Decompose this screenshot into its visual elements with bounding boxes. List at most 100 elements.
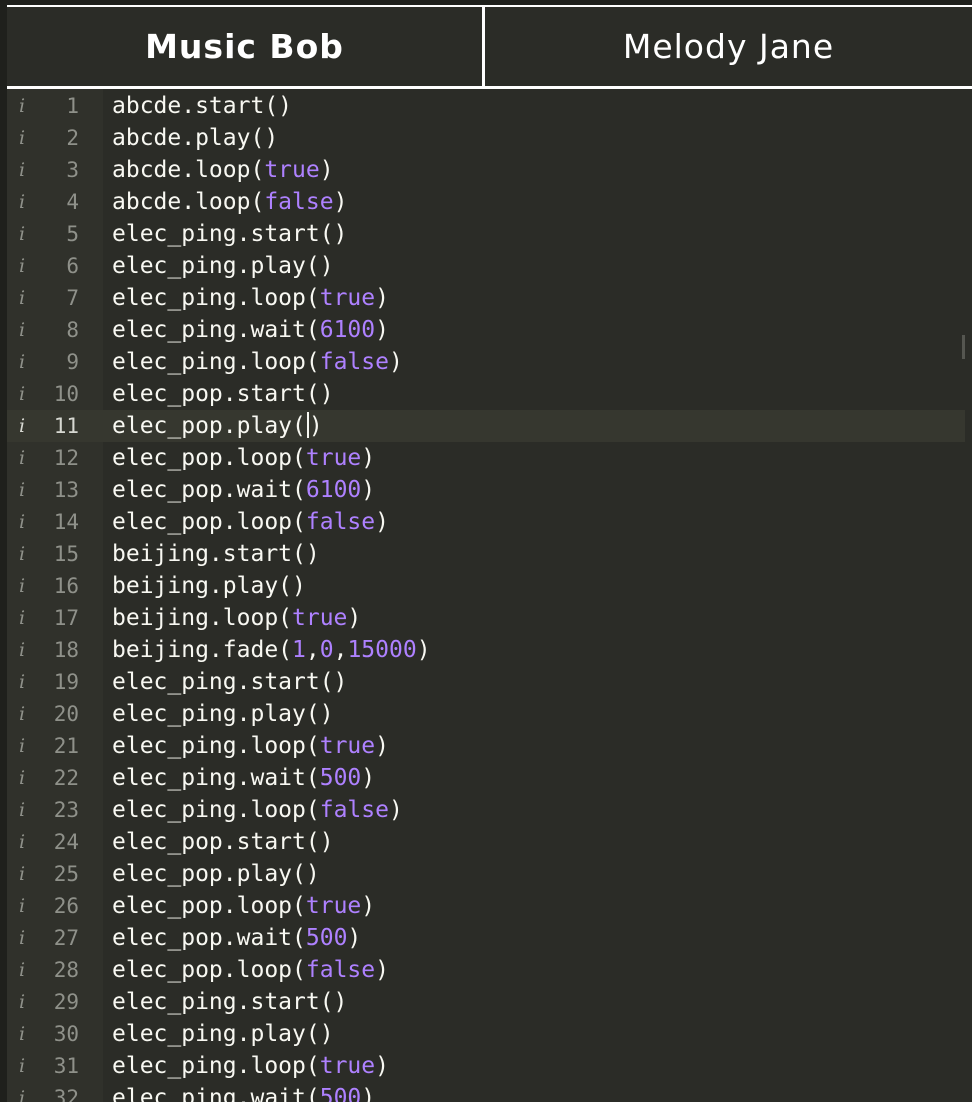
code-token: ) bbox=[308, 413, 323, 439]
info-icon[interactable]: i bbox=[19, 474, 33, 506]
code-text: beijing.start() bbox=[112, 538, 320, 570]
code-line[interactable]: i 28 elec_pop.loop(false) bbox=[7, 954, 965, 986]
info-icon[interactable]: i bbox=[19, 602, 33, 634]
info-icon[interactable]: i bbox=[19, 410, 33, 442]
code-token: ) bbox=[375, 733, 389, 759]
code-line[interactable]: i 5 elec_ping.start() bbox=[7, 218, 965, 250]
info-icon[interactable]: i bbox=[19, 762, 33, 794]
code-token: ) bbox=[361, 893, 376, 919]
info-icon[interactable]: i bbox=[19, 666, 33, 698]
code-text: abcde.start() bbox=[112, 90, 292, 122]
code-line[interactable]: i 13 elec_pop.wait(6100) bbox=[7, 474, 965, 506]
line-number: 27 bbox=[53, 926, 79, 950]
code-line[interactable]: i 6 elec_ping.play() bbox=[7, 250, 965, 282]
info-icon[interactable]: i bbox=[19, 282, 33, 314]
code-literal: true bbox=[264, 157, 320, 183]
code-line[interactable]: i 19 elec_ping.start() bbox=[7, 666, 965, 698]
code-line[interactable]: i 14 elec_pop.loop(false) bbox=[7, 506, 965, 538]
code-line[interactable]: i 27 elec_pop.wait(500) bbox=[7, 922, 965, 954]
code-literal: false bbox=[319, 349, 389, 375]
code-line[interactable]: i 12 elec_pop.loop(true) bbox=[7, 442, 965, 474]
code-line[interactable]: i 15 beijing.start() bbox=[7, 538, 965, 570]
code-token: beijing.fade( bbox=[112, 637, 293, 663]
line-number: 7 bbox=[66, 286, 79, 310]
info-icon[interactable]: i bbox=[19, 890, 33, 922]
info-icon[interactable]: i bbox=[19, 186, 33, 218]
code-token: elec_ping.wait( bbox=[112, 317, 320, 343]
code-line[interactable]: i 25 elec_pop.play() bbox=[7, 858, 965, 890]
code-text: elec_pop.loop(false) bbox=[112, 954, 389, 986]
code-line[interactable]: i 18 beijing.fade(1,0,15000) bbox=[7, 634, 965, 666]
code-token: ) bbox=[347, 925, 362, 951]
info-icon[interactable]: i bbox=[19, 986, 33, 1018]
info-icon[interactable]: i bbox=[19, 1082, 33, 1102]
app-window: Music Bob Melody Jane i 1 abcde.start() i 2 a… bbox=[0, 0, 972, 1102]
info-icon[interactable]: i bbox=[19, 826, 33, 858]
info-icon[interactable]: i bbox=[19, 954, 33, 986]
line-number: 18 bbox=[53, 638, 79, 662]
code-line[interactable]: i 21 elec_ping.loop(true) bbox=[7, 730, 965, 762]
code-line[interactable]: i 11 elec_pop.play() bbox=[7, 410, 965, 442]
info-icon[interactable]: i bbox=[19, 346, 33, 378]
code-editor[interactable]: i 1 abcde.start() i 2 abcde.play() i 3 abcde.loo… bbox=[7, 89, 965, 1102]
scrollbar-thumb[interactable] bbox=[962, 335, 965, 359]
code-text: elec_pop.play() bbox=[112, 410, 323, 442]
code-line[interactable]: i 4 abcde.loop(false) bbox=[7, 186, 965, 218]
code-line[interactable]: i 26 elec_pop.loop(true) bbox=[7, 890, 965, 922]
info-icon[interactable]: i bbox=[19, 314, 33, 346]
tab-melody-jane[interactable]: Melody Jane bbox=[485, 7, 972, 86]
code-line[interactable]: i 24 elec_pop.start() bbox=[7, 826, 965, 858]
info-icon[interactable]: i bbox=[19, 506, 33, 538]
info-icon[interactable]: i bbox=[19, 698, 33, 730]
code-line[interactable]: i 10 elec_pop.start() bbox=[7, 378, 965, 410]
code-line[interactable]: i 30 elec_ping.play() bbox=[7, 1018, 965, 1050]
code-line[interactable]: i 7 elec_ping.loop(true) bbox=[7, 282, 965, 314]
code-token: ) bbox=[416, 637, 431, 663]
code-text: elec_ping.start() bbox=[112, 666, 347, 698]
line-number: 3 bbox=[66, 158, 79, 182]
info-icon[interactable]: i bbox=[19, 1018, 33, 1050]
info-icon[interactable]: i bbox=[19, 794, 33, 826]
code-token: ) bbox=[375, 509, 389, 535]
code-line[interactable]: i 22 elec_ping.wait(500) bbox=[7, 762, 965, 794]
code-text: elec_ping.loop(true) bbox=[112, 730, 389, 762]
code-line[interactable]: i 20 elec_ping.play() bbox=[7, 698, 965, 730]
info-icon[interactable]: i bbox=[19, 922, 33, 954]
info-icon[interactable]: i bbox=[19, 730, 33, 762]
code-token: ) bbox=[361, 765, 376, 791]
code-line[interactable]: i 2 abcde.play() bbox=[7, 122, 965, 154]
code-literal: true bbox=[319, 285, 376, 311]
info-icon[interactable]: i bbox=[19, 378, 33, 410]
code-literal: false bbox=[305, 509, 376, 535]
code-token: elec_pop.wait( bbox=[112, 925, 306, 951]
window-frame-left bbox=[0, 0, 7, 1102]
code-line[interactable]: i 32 elec_ping.wait(500) bbox=[7, 1082, 965, 1102]
code-line[interactable]: i 16 beijing.play() bbox=[7, 570, 965, 602]
info-icon[interactable]: i bbox=[19, 538, 33, 570]
info-icon[interactable]: i bbox=[19, 122, 33, 154]
code-line[interactable]: i 17 beijing.loop(true) bbox=[7, 602, 965, 634]
code-line[interactable]: i 8 elec_ping.wait(6100) bbox=[7, 314, 965, 346]
info-icon[interactable]: i bbox=[19, 1050, 33, 1082]
code-line[interactable]: i 31 elec_ping.loop(true) bbox=[7, 1050, 965, 1082]
code-line[interactable]: i 9 elec_ping.loop(false) bbox=[7, 346, 965, 378]
code-text: elec_ping.wait(500) bbox=[112, 1082, 375, 1102]
code-line[interactable]: i 3 abcde.loop(true) bbox=[7, 154, 965, 186]
code-token: ) bbox=[361, 445, 376, 471]
code-text: elec_pop.loop(true) bbox=[112, 890, 375, 922]
info-icon[interactable]: i bbox=[19, 570, 33, 602]
code-line[interactable]: i 29 elec_ping.start() bbox=[7, 986, 965, 1018]
info-icon[interactable]: i bbox=[19, 442, 33, 474]
code-text: elec_ping.play() bbox=[112, 698, 334, 730]
info-icon[interactable]: i bbox=[19, 634, 33, 666]
info-icon[interactable]: i bbox=[19, 154, 33, 186]
code-token: elec_ping.wait( bbox=[112, 765, 320, 791]
info-icon[interactable]: i bbox=[19, 858, 33, 890]
info-icon[interactable]: i bbox=[19, 90, 33, 122]
info-icon[interactable]: i bbox=[19, 218, 33, 250]
code-line[interactable]: i 1 abcde.start() bbox=[7, 90, 965, 122]
code-literal: 1 bbox=[292, 637, 306, 663]
tab-music-bob[interactable]: Music Bob bbox=[7, 7, 485, 86]
info-icon[interactable]: i bbox=[19, 250, 33, 282]
code-line[interactable]: i 23 elec_ping.loop(false) bbox=[7, 794, 965, 826]
